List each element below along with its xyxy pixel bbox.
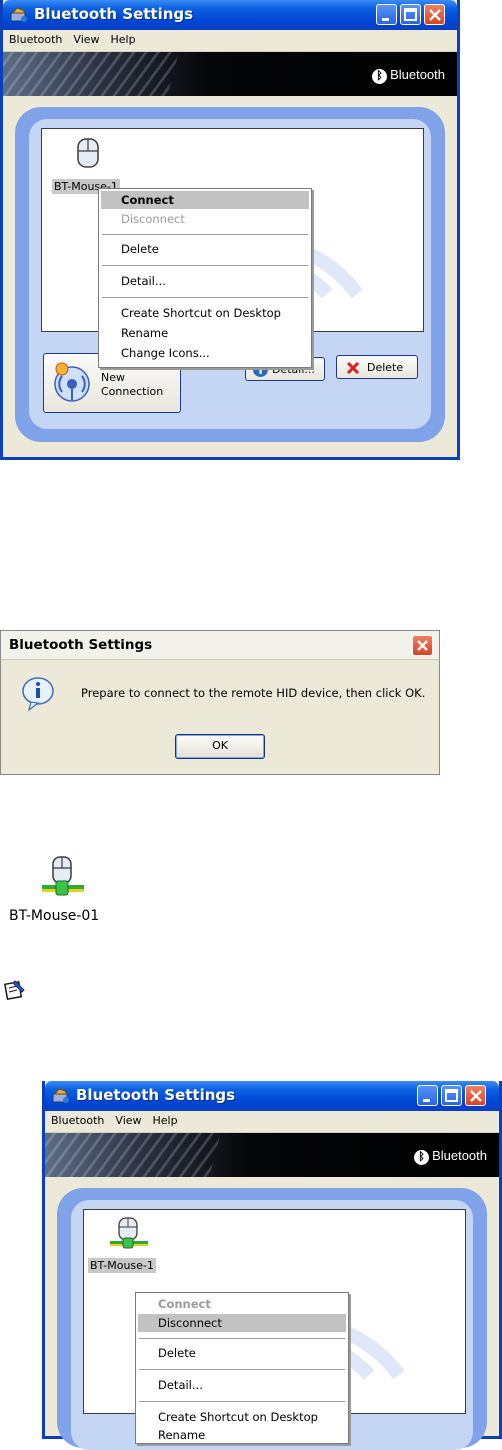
- maximize-button-2[interactable]: [441, 1085, 462, 1106]
- new-connection-label-2: Connection: [101, 385, 164, 398]
- menu-help-2[interactable]: Help: [147, 1111, 183, 1127]
- menu-separator: [139, 1369, 345, 1370]
- menu-bar: Bluetooth View Help: [3, 30, 457, 52]
- menu-item-detail[interactable]: Detail...: [101, 272, 309, 290]
- close-icon: [470, 1090, 482, 1102]
- menu-item-create-shortcut-2[interactable]: Create Shortcut on Desktop: [138, 1408, 346, 1426]
- menu-separator: [139, 1401, 345, 1402]
- dialog-close-button[interactable]: [412, 635, 433, 656]
- window-title: Bluetooth Settings: [34, 5, 194, 23]
- mouse-device-icon[interactable]: [76, 137, 100, 169]
- menu-item-disconnect-2[interactable]: Disconnect: [138, 1314, 346, 1332]
- menu-item-connect-2[interactable]: Connect: [138, 1295, 346, 1313]
- menu-separator: [139, 1338, 345, 1339]
- bluetooth-banner-2: ᛒ Bluetooth: [45, 1133, 499, 1177]
- menu-item-connect[interactable]: Connect: [101, 191, 309, 209]
- minimize-button-2[interactable]: [417, 1085, 438, 1106]
- new-connection-icon: [54, 362, 90, 402]
- banner-laptop-graphic: [3, 52, 179, 96]
- menu-item-rename[interactable]: Rename: [101, 324, 309, 342]
- menu-bluetooth-2[interactable]: Bluetooth: [45, 1111, 109, 1127]
- close-icon: [417, 640, 428, 651]
- connected-device-label[interactable]: BT-Mouse-01: [9, 908, 99, 924]
- connected-mouse-device-icon[interactable]: [106, 1216, 152, 1256]
- menu-separator: [102, 265, 308, 266]
- minimize-button[interactable]: [376, 4, 397, 25]
- delete-button[interactable]: Delete: [336, 355, 418, 379]
- device-context-menu: Connect Disconnect Delete Detail... Crea…: [98, 188, 312, 368]
- menu-separator: [102, 297, 308, 298]
- menu-item-delete[interactable]: Delete: [101, 240, 309, 258]
- menu-item-create-shortcut[interactable]: Create Shortcut on Desktop: [101, 304, 309, 322]
- title-bar-2[interactable]: Bluetooth Settings: [45, 1081, 499, 1111]
- banner-laptop-graphic: [45, 1133, 221, 1177]
- bluetooth-brand-text: Bluetooth: [390, 67, 445, 82]
- bluetooth-settings-app-icon: [10, 7, 27, 22]
- menu-item-detail-2[interactable]: Detail...: [138, 1376, 346, 1394]
- menu-view[interactable]: View: [67, 30, 104, 46]
- menu-item-disconnect[interactable]: Disconnect: [101, 210, 309, 228]
- note-icon: [4, 980, 25, 1000]
- menu-help[interactable]: Help: [105, 30, 141, 46]
- dialog-title: Bluetooth Settings: [9, 637, 153, 653]
- menu-item-rename-2[interactable]: Rename: [138, 1426, 346, 1444]
- bluetooth-settings-window: Bluetooth Settings Bluetooth View Help ᛒ Bl…: [0, 0, 460, 460]
- close-button-2[interactable]: [465, 1085, 486, 1106]
- bluetooth-rune-icon: ᛒ: [372, 69, 388, 84]
- menu-bluetooth[interactable]: Bluetooth: [3, 30, 67, 46]
- bluetooth-logo: ᛒ Bluetooth: [372, 67, 445, 84]
- window-title-2: Bluetooth Settings: [76, 1086, 236, 1104]
- close-button[interactable]: [424, 4, 445, 25]
- bluetooth-logo-2: ᛒ Bluetooth: [414, 1148, 487, 1165]
- info-balloon-icon: [22, 677, 54, 712]
- ok-button[interactable]: OK: [175, 734, 265, 759]
- maximize-icon: [445, 1089, 458, 1102]
- prepare-connect-dialog: Bluetooth Settings Prepare to connect to…: [0, 630, 440, 775]
- menu-bar-2: Bluetooth View Help: [45, 1111, 499, 1133]
- dialog-title-bar[interactable]: Bluetooth Settings: [1, 631, 439, 660]
- minimize-icon: [382, 18, 389, 21]
- device-label-2[interactable]: BT-Mouse-1: [88, 1258, 156, 1273]
- bluetooth-brand-text-2: Bluetooth: [432, 1148, 487, 1163]
- bluetooth-rune-icon: ᛒ: [414, 1150, 430, 1165]
- device-context-menu-2: Connect Disconnect Delete Detail... Crea…: [135, 1292, 349, 1444]
- delete-button-label: Delete: [367, 361, 404, 374]
- maximize-icon: [404, 8, 417, 21]
- bluetooth-settings-app-icon: [52, 1088, 69, 1103]
- close-icon: [429, 9, 441, 21]
- menu-item-delete-2[interactable]: Delete: [138, 1344, 346, 1362]
- bluetooth-settings-window-2: Bluetooth Settings Bluetooth View Help ᛒ Bl…: [42, 1081, 502, 1450]
- minimize-icon: [423, 1099, 430, 1102]
- connected-mouse-icon[interactable]: [40, 855, 86, 901]
- menu-item-change-icons[interactable]: Change Icons...: [101, 344, 309, 362]
- dialog-message: Prepare to connect to the remote HID dev…: [81, 686, 426, 700]
- bluetooth-banner: ᛒ Bluetooth: [3, 52, 457, 96]
- menu-view-2[interactable]: View: [109, 1111, 146, 1127]
- title-bar[interactable]: Bluetooth Settings: [3, 0, 457, 30]
- delete-x-icon: [346, 361, 360, 375]
- menu-separator: [102, 234, 308, 235]
- maximize-button[interactable]: [400, 4, 421, 25]
- new-connection-label-1: New: [101, 371, 125, 384]
